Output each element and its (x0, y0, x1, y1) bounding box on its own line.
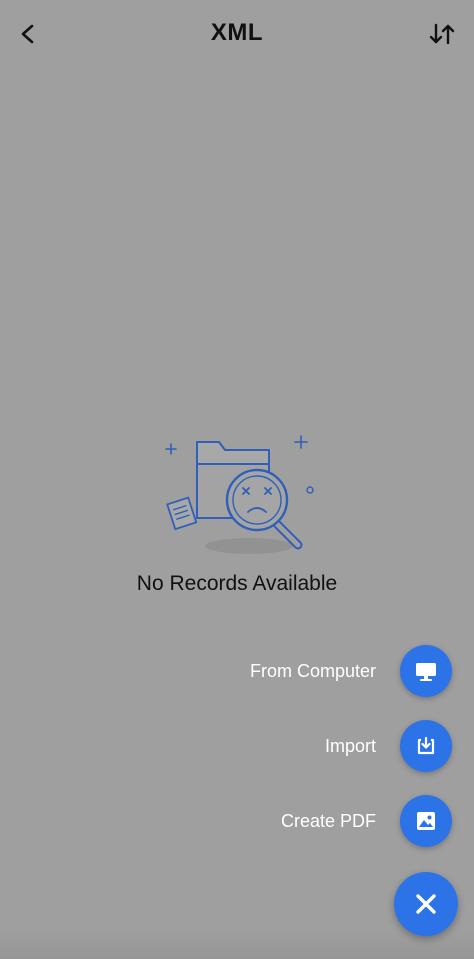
page-title: XML (210, 19, 264, 46)
folder-search-empty-icon (165, 435, 314, 554)
close-icon (416, 894, 436, 914)
screen: XML No Records Available From Computer I… (0, 0, 474, 959)
fab-item-from-computer[interactable]: From Computer (250, 645, 452, 697)
fab-label-import[interactable]: Import (325, 736, 376, 757)
fab-item-import[interactable]: Import (325, 720, 452, 772)
image-icon (417, 812, 435, 830)
import-button[interactable] (400, 720, 452, 772)
from-computer-button[interactable] (400, 645, 452, 697)
empty-state: No Records Available (0, 428, 474, 596)
sort-button[interactable] (422, 16, 462, 52)
fab-item-create-pdf[interactable]: Create PDF (281, 795, 452, 847)
empty-message: No Records Available (136, 572, 338, 595)
app-header: XML (0, 0, 474, 70)
close-menu-button[interactable] (394, 872, 458, 936)
bottom-fade (0, 929, 474, 959)
sort-arrows-icon (429, 23, 455, 45)
fab-label-from-computer[interactable]: From Computer (250, 661, 376, 682)
fab-label-create-pdf[interactable]: Create PDF (281, 811, 376, 832)
import-icon (417, 736, 435, 755)
create-pdf-button[interactable] (400, 795, 452, 847)
monitor-icon (416, 663, 436, 681)
